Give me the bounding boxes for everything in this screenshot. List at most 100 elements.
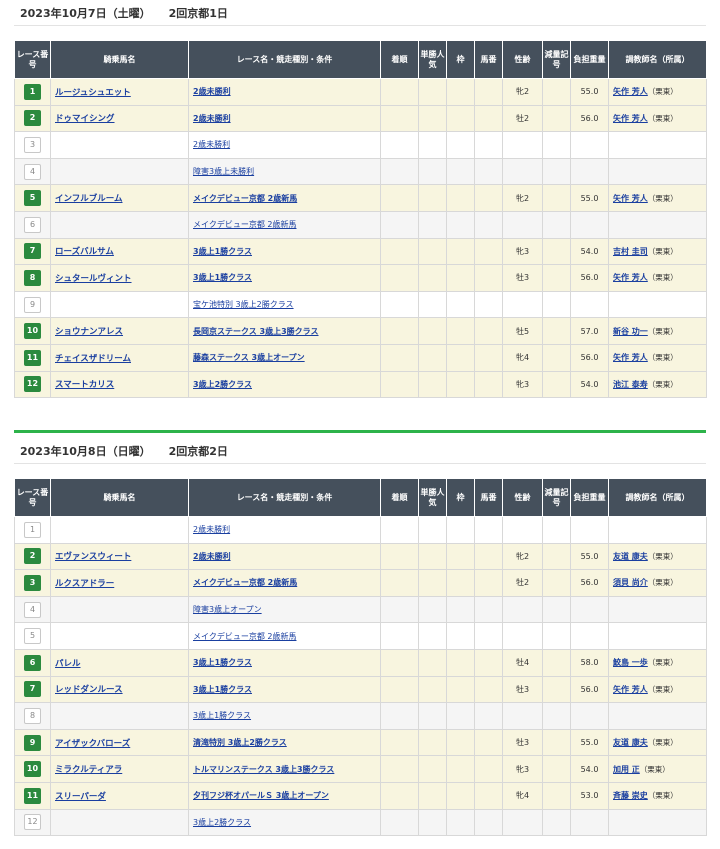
race-number-badge[interactable]: 8 xyxy=(24,269,41,286)
race-no-cell: 7 xyxy=(14,237,51,266)
weight-mark-cell xyxy=(542,131,571,159)
horse-link[interactable]: シュタールヴィント xyxy=(55,274,132,284)
trainer-link[interactable]: 鮫島 一歩 xyxy=(613,658,648,667)
horse-link[interactable]: ドゥマイシング xyxy=(55,114,115,124)
trainer-link[interactable]: 矢作 芳人 xyxy=(613,685,648,694)
race-number-badge[interactable]: 9 xyxy=(24,296,41,313)
race-day-section: 2023年10月8日（日曜） 2回京都2日 レース番号 騎乗馬名 レース名・競走… xyxy=(14,438,707,837)
race-link[interactable]: 2歳未勝利 xyxy=(193,552,231,561)
horse-cell xyxy=(50,210,189,239)
race-link[interactable]: 3歳上1勝クラス xyxy=(193,658,252,667)
sex-age-cell xyxy=(502,702,543,730)
race-link[interactable]: 清滝特別 3歳上2勝クラス xyxy=(193,738,287,747)
carried-weight-cell xyxy=(570,595,609,624)
trainer-link[interactable]: 池江 泰寿 xyxy=(613,380,648,389)
race-number-badge[interactable]: 7 xyxy=(24,681,41,698)
col-horse-no: 馬番 xyxy=(474,40,503,79)
race-number-badge[interactable]: 1 xyxy=(24,521,41,538)
race-link[interactable]: 夕刊フジ杯オパールＳ 3歳上オープン xyxy=(193,791,329,800)
trainer-link[interactable]: 斉藤 崇史 xyxy=(613,791,648,800)
race-number-badge[interactable]: 3 xyxy=(24,136,41,153)
race-link[interactable]: メイクデビュー京都 2歳新馬 xyxy=(193,632,296,641)
frame-cell xyxy=(446,210,475,239)
race-link[interactable]: 3歳上1勝クラス xyxy=(193,711,251,720)
sex-age-cell xyxy=(502,808,543,837)
race-number-badge[interactable]: 9 xyxy=(24,734,41,751)
trainer-cell: 矢作 芳人（栗東） xyxy=(608,78,707,106)
trainer-link[interactable]: 矢作 芳人 xyxy=(613,353,648,362)
race-number-badge[interactable]: 12 xyxy=(24,814,41,831)
horse-link[interactable]: ショウナンアレス xyxy=(55,327,123,337)
race-number-badge[interactable]: 6 xyxy=(24,216,41,233)
horse-link[interactable]: ローズバルサム xyxy=(55,247,114,257)
trainer-link[interactable]: 加用 正 xyxy=(613,765,640,774)
race-link[interactable]: 3歳上2勝クラス xyxy=(193,380,252,389)
frame-cell xyxy=(446,290,475,319)
race-number-badge[interactable]: 5 xyxy=(24,190,41,207)
trainer-link[interactable]: 須貝 尚介 xyxy=(613,578,648,587)
race-link[interactable]: 2歳未勝利 xyxy=(193,525,230,534)
race-number-badge[interactable]: 8 xyxy=(24,707,41,724)
race-number-badge[interactable]: 4 xyxy=(24,601,41,618)
race-link[interactable]: 2歳未勝利 xyxy=(193,140,230,149)
race-number-badge[interactable]: 6 xyxy=(24,654,41,671)
race-link[interactable]: 3歳上2勝クラス xyxy=(193,818,251,827)
horse-link[interactable]: アイザックバローズ xyxy=(55,739,130,749)
race-link[interactable]: 宝ケ池特別 3歳上2勝クラス xyxy=(193,300,294,309)
race-link[interactable]: メイクデビュー京都 2歳新馬 xyxy=(193,194,297,203)
horse-link[interactable]: チェイスザドリーム xyxy=(55,354,131,364)
horse-link[interactable]: スリーパーダ xyxy=(55,792,106,802)
trainer-link[interactable]: 吉村 圭司 xyxy=(613,247,648,256)
trainer-link[interactable]: 矢作 芳人 xyxy=(613,273,648,282)
race-link[interactable]: メイクデビュー京都 2歳新馬 xyxy=(193,220,296,229)
race-number-badge[interactable]: 7 xyxy=(24,243,41,260)
race-link[interactable]: 3歳上1勝クラス xyxy=(193,685,252,694)
race-link[interactable]: 2歳未勝利 xyxy=(193,114,231,123)
trainer-link[interactable]: 矢作 芳人 xyxy=(613,114,648,123)
race-number-badge[interactable]: 12 xyxy=(24,376,41,393)
race-number-badge[interactable]: 1 xyxy=(24,83,41,100)
race-number-badge[interactable]: 3 xyxy=(24,574,41,591)
race-link[interactable]: 3歳上1勝クラス xyxy=(193,247,252,256)
col-finish: 着順 xyxy=(380,478,419,517)
col-carried-weight: 負担重量 xyxy=(570,478,609,517)
horse-link[interactable]: ミラクルティアラ xyxy=(55,765,122,775)
horse-link[interactable]: ルージュシュエット xyxy=(55,88,131,98)
race-number-badge[interactable]: 2 xyxy=(24,110,41,127)
trainer-link[interactable]: 新谷 功一 xyxy=(613,327,648,336)
race-link[interactable]: 3歳上1勝クラス xyxy=(193,273,252,282)
race-link[interactable]: 長岡京ステークス 3歳上3勝クラス xyxy=(193,327,319,336)
trainer-link[interactable]: 友道 康夫 xyxy=(613,738,648,747)
race-link[interactable]: メイクデビュー京都 2歳新馬 xyxy=(193,578,297,587)
trainer-link[interactable]: 矢作 芳人 xyxy=(613,194,648,203)
trainer-link[interactable]: 矢作 芳人 xyxy=(613,87,648,96)
weight-mark-cell xyxy=(542,595,571,624)
frame-cell xyxy=(446,237,475,266)
horse-link[interactable]: パレル xyxy=(55,659,81,669)
popularity-cell xyxy=(418,237,447,266)
trainer-cell: 友道 康夫（栗東） xyxy=(608,728,707,757)
horse-link[interactable]: スマートカリス xyxy=(55,380,114,390)
trainer-link[interactable]: 友道 康夫 xyxy=(613,552,648,561)
horse-link[interactable]: レッドダンルース xyxy=(55,685,123,695)
horse-link[interactable]: インフルブルーム xyxy=(55,194,123,204)
horse-link[interactable]: エヴァンスウィート xyxy=(55,552,131,562)
finish-cell xyxy=(380,264,419,292)
race-link[interactable]: 障害3歳上未勝利 xyxy=(193,167,254,176)
race-link[interactable]: トルマリンステークス 3歳上3勝クラス xyxy=(193,765,334,774)
race-number-badge[interactable]: 2 xyxy=(24,548,41,565)
race-number-badge[interactable]: 11 xyxy=(24,787,41,804)
race-number-badge[interactable]: 10 xyxy=(24,761,41,778)
horse-cell xyxy=(50,290,189,319)
race-number-badge[interactable]: 4 xyxy=(24,163,41,180)
race-link[interactable]: 障害3歳上オープン xyxy=(193,605,262,614)
race-number-badge[interactable]: 11 xyxy=(24,349,41,366)
race-cell: 2歳未勝利 xyxy=(188,131,381,159)
race-link[interactable]: 藤森ステークス 3歳上オープン xyxy=(193,353,305,362)
race-number-badge[interactable]: 5 xyxy=(24,628,41,645)
finish-cell xyxy=(380,622,419,650)
trainer-affiliation: （栗東） xyxy=(647,113,678,123)
race-link[interactable]: 2歳未勝利 xyxy=(193,87,231,96)
race-number-badge[interactable]: 10 xyxy=(24,323,41,340)
horse-link[interactable]: ルクスアドラー xyxy=(55,579,114,589)
